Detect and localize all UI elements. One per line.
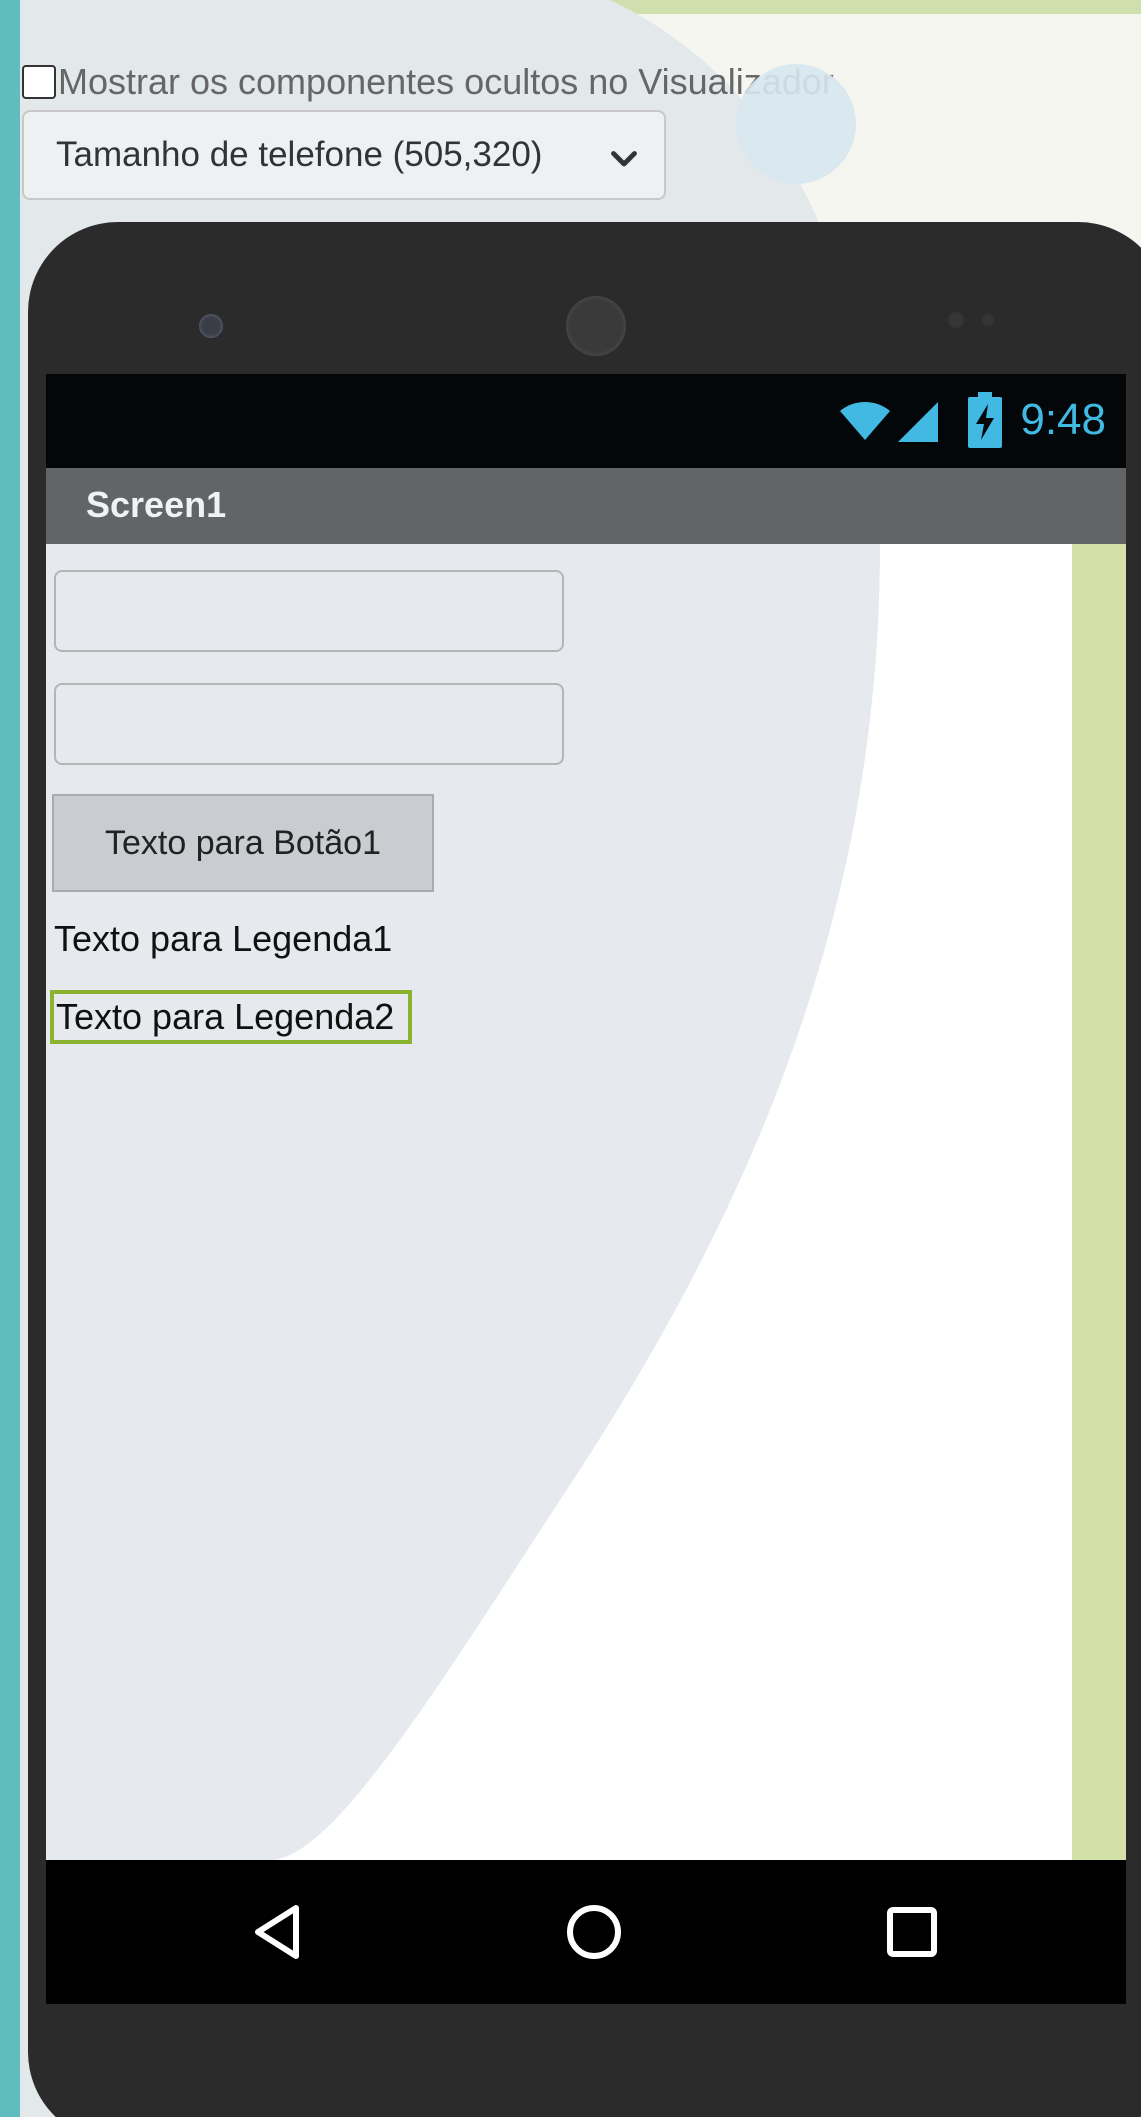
status-icons: 9:48 <box>838 392 1106 448</box>
show-hidden-components-row[interactable]: Mostrar os componentes ocultos no Visual… <box>22 58 834 106</box>
battery-charging-icon <box>968 392 1003 448</box>
status-bar: 9:48 <box>46 374 1126 468</box>
chevron-down-icon <box>611 151 637 167</box>
signal-icon <box>898 402 939 442</box>
light-sensor-icon <box>982 314 994 326</box>
screen-title-bar: Screen1 <box>46 468 1126 544</box>
show-hidden-label: Mostrar os componentes ocultos no Visual… <box>58 61 834 102</box>
wifi-icon <box>840 402 891 440</box>
earpiece-speaker-icon <box>566 296 626 356</box>
textbox-2[interactable] <box>54 683 564 765</box>
screen-title: Screen1 <box>86 484 227 525</box>
back-icon[interactable] <box>236 1890 320 1974</box>
screen-scroll-gutter <box>1072 544 1126 1860</box>
show-hidden-checkbox[interactable] <box>22 65 56 99</box>
phone-size-select[interactable]: Tamanho de telefone (505,320) <box>22 110 666 200</box>
label-2-selected[interactable]: Texto para Legenda2 <box>50 990 413 1044</box>
front-camera-icon <box>199 314 223 338</box>
recents-icon[interactable] <box>870 1890 954 1974</box>
home-icon[interactable] <box>552 1890 636 1974</box>
status-time: 9:48 <box>1020 395 1106 444</box>
proximity-sensor-icon <box>948 312 964 328</box>
label-1[interactable]: Texto para Legenda1 <box>54 918 392 960</box>
button-1[interactable]: Texto para Botão1 <box>52 794 434 892</box>
navigation-bar <box>46 1860 1126 2004</box>
decorative-dot <box>736 64 856 184</box>
app-screen[interactable]: Texto para Botão1 Texto para Legenda1 Te… <box>46 544 1072 1860</box>
textbox-1[interactable] <box>54 570 564 652</box>
label-2-text: Texto para Legenda2 <box>56 996 395 1037</box>
phone-size-value: Tamanho de telefone (505,320) <box>56 135 543 174</box>
